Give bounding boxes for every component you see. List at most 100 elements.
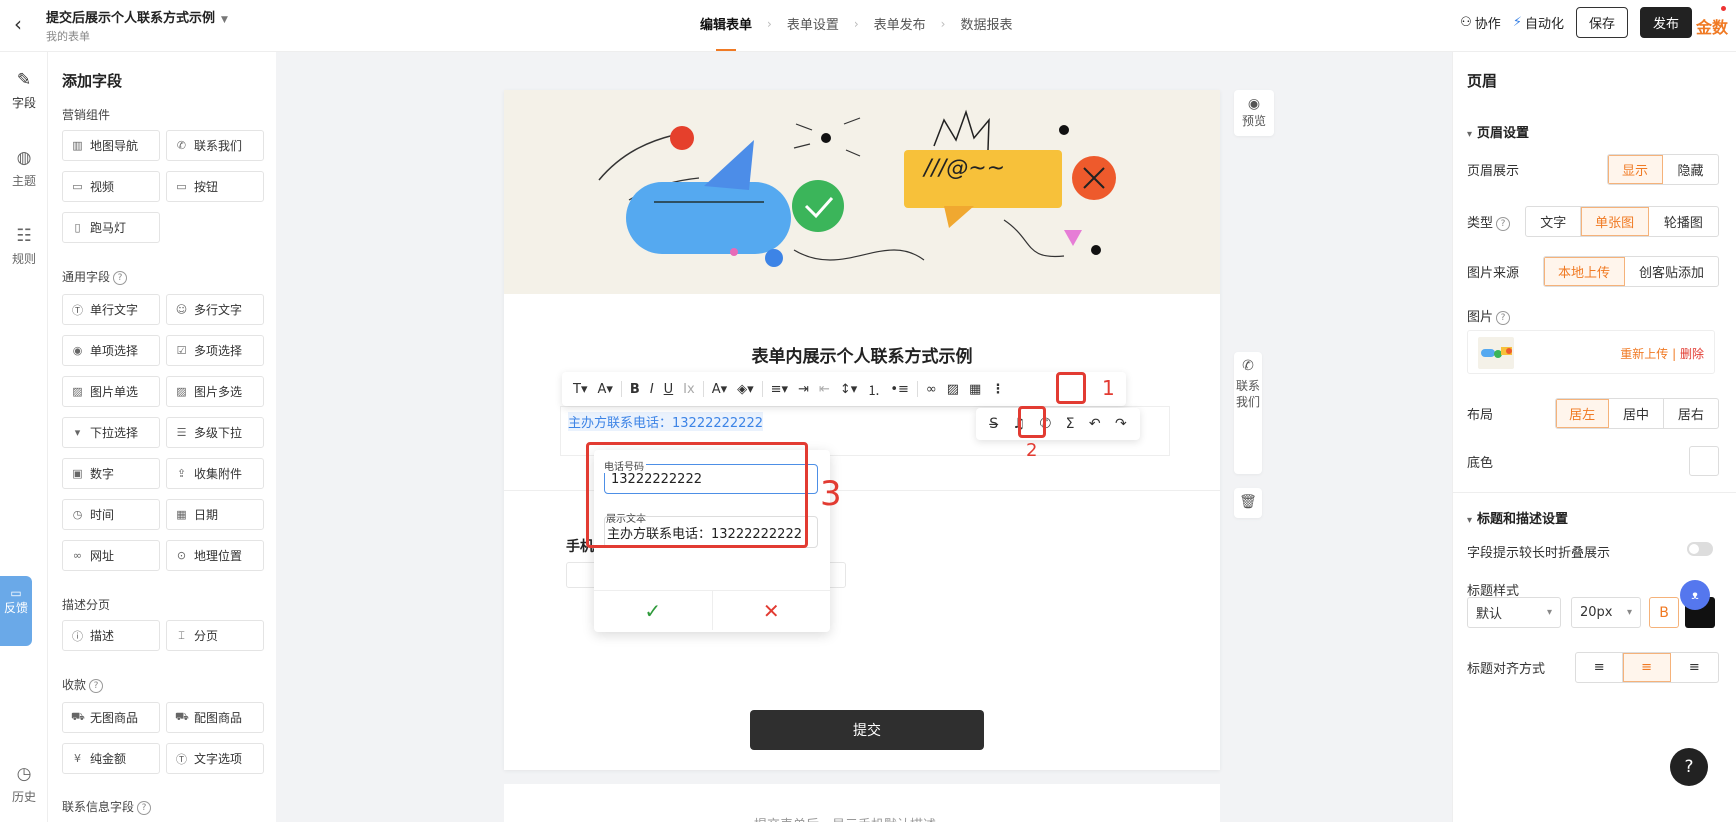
- trash-icon[interactable]: 🗑: [1234, 488, 1262, 518]
- field-product-image[interactable]: ⛟ 配图商品: [166, 702, 264, 733]
- option-text[interactable]: 文字: [1526, 207, 1582, 236]
- bgcolor-picker[interactable]: [1689, 446, 1719, 476]
- font-color-icon[interactable]: A▾: [707, 382, 732, 397]
- field-map-nav[interactable]: ▥ 地图导航: [62, 130, 160, 161]
- field-button[interactable]: ▭ 按钮: [166, 171, 264, 202]
- align-right-icon[interactable]: ≡: [1671, 653, 1718, 682]
- ordered-list-icon[interactable]: ⒈: [862, 380, 885, 399]
- field-number[interactable]: ▣ 数字: [62, 458, 160, 489]
- indent-icon[interactable]: ⇥: [793, 382, 814, 397]
- line-height-icon[interactable]: ↕▾: [835, 382, 862, 397]
- reupload-link[interactable]: 重新上传: [1620, 347, 1668, 361]
- help-button[interactable]: ?: [1670, 748, 1708, 786]
- help-circle-icon[interactable]: ?: [137, 801, 152, 815]
- field-marquee[interactable]: ▯ 跑马灯: [62, 212, 160, 243]
- cancel-x-icon[interactable]: ✕: [713, 591, 831, 630]
- collapse-toggle[interactable]: [1687, 542, 1713, 556]
- nav-history[interactable]: ◷ 历史: [0, 764, 48, 805]
- help-circle-icon[interactable]: ?: [89, 679, 104, 693]
- fill-color-icon[interactable]: ◈▾: [732, 382, 759, 397]
- field-date[interactable]: ▦ 日期: [166, 499, 264, 530]
- field-amount[interactable]: ¥ 纯金额: [62, 743, 160, 774]
- help-circle-icon[interactable]: ?: [113, 271, 128, 285]
- font-size-icon[interactable]: A▾: [592, 382, 617, 397]
- back-arrow-icon[interactable]: ‹: [14, 12, 22, 36]
- step-edit-form[interactable]: 编辑表单: [700, 14, 752, 51]
- field-multi-dropdown[interactable]: ☰ 多级下拉: [166, 417, 264, 448]
- form-title-dropdown[interactable]: 提交后展示个人联系方式示例 ▼: [46, 7, 228, 26]
- field-product-noimage[interactable]: ⛟ 无图商品: [62, 702, 160, 733]
- title-style-select[interactable]: 默认 ▾: [1467, 597, 1561, 628]
- option-align-left[interactable]: 居左: [1556, 399, 1610, 428]
- field-single-text[interactable]: Ⓣ 单行文字: [62, 294, 160, 325]
- field-dropdown[interactable]: ▾ 下拉选择: [62, 417, 160, 448]
- nav-rules[interactable]: ☷ 规则: [0, 226, 48, 267]
- step-form-publish[interactable]: 表单发布: [874, 14, 926, 33]
- field-image-single[interactable]: ▨ 图片单选: [62, 376, 160, 407]
- automation-button[interactable]: ⚡ 自动化: [1513, 13, 1564, 32]
- field-text-option[interactable]: Ⓣ 文字选项: [166, 743, 264, 774]
- link-icon[interactable]: ∞: [921, 382, 942, 397]
- option-chuangkit[interactable]: 创客贴添加: [1625, 257, 1718, 286]
- assistant-avatar[interactable]: ᴥ: [1680, 580, 1710, 610]
- underline-icon[interactable]: U: [659, 382, 679, 397]
- nav-theme[interactable]: ◍ 主题: [0, 148, 48, 189]
- option-hide[interactable]: 隐藏: [1663, 155, 1718, 184]
- video-icon[interactable]: ▦: [964, 382, 986, 397]
- bullet-list-icon[interactable]: •≡: [885, 382, 914, 397]
- field-contact-us[interactable]: ✆ 联系我们: [166, 130, 264, 161]
- help-circle-icon[interactable]: ?: [1496, 311, 1511, 325]
- collab-button[interactable]: ⚇ 协作: [1460, 13, 1501, 32]
- brand-logo[interactable]: 金数: [1696, 14, 1736, 38]
- field-location[interactable]: ⊙ 地理位置: [166, 540, 264, 571]
- title-size-select[interactable]: 20px ▾: [1571, 597, 1641, 628]
- option-show[interactable]: 显示: [1608, 155, 1664, 184]
- option-align-right[interactable]: 居右: [1664, 399, 1718, 428]
- option-single-image[interactable]: 单张图: [1581, 207, 1649, 236]
- form-title[interactable]: 表单内展示个人联系方式示例: [504, 342, 1220, 367]
- option-local-upload[interactable]: 本地上传: [1544, 257, 1626, 286]
- field-single-choice[interactable]: ◉ 单项选择: [62, 335, 160, 366]
- field-image-multi[interactable]: ▨ 图片多选: [166, 376, 264, 407]
- field-video[interactable]: ▭ 视频: [62, 171, 160, 202]
- undo-icon[interactable]: ↶: [1089, 416, 1101, 432]
- publish-button[interactable]: 发布: [1639, 7, 1692, 38]
- nav-fields[interactable]: ✎ 字段: [0, 70, 48, 111]
- field-attachment[interactable]: ⇪ 收集附件: [166, 458, 264, 489]
- submit-button[interactable]: 提交: [750, 710, 984, 750]
- redo-icon[interactable]: ↷: [1115, 416, 1127, 432]
- field-pagebreak[interactable]: ⌶ 分页: [166, 620, 264, 651]
- image-icon[interactable]: ▨: [942, 382, 964, 397]
- text-style-icon[interactable]: T▾: [568, 382, 592, 397]
- field-url[interactable]: ∞ 网址: [62, 540, 160, 571]
- step-form-settings[interactable]: 表单设置: [787, 14, 839, 33]
- option-align-center[interactable]: 居中: [1609, 399, 1664, 428]
- strikethrough-icon[interactable]: S̶: [989, 416, 998, 432]
- formula-icon[interactable]: Σ: [1066, 416, 1075, 432]
- outdent-icon[interactable]: ⇤: [814, 382, 835, 397]
- step-data-report[interactable]: 数据报表: [960, 14, 1012, 33]
- header-banner-image[interactable]: ///@~~: [504, 90, 1220, 294]
- delete-link[interactable]: 删除: [1680, 347, 1704, 361]
- field-description[interactable]: ⓘ 描述: [62, 620, 160, 651]
- option-carousel[interactable]: 轮播图: [1649, 207, 1718, 236]
- bold-icon[interactable]: B: [625, 382, 645, 397]
- feedback-tab[interactable]: ▭ 反馈: [0, 576, 32, 646]
- field-multi-text[interactable]: ☺ 多行文字: [166, 294, 264, 325]
- italic-icon[interactable]: I: [645, 382, 659, 397]
- breadcrumb-my-forms[interactable]: 我的表单: [46, 28, 90, 44]
- field-time[interactable]: ◷ 时间: [62, 499, 160, 530]
- align-left-icon[interactable]: ≡: [1576, 653, 1624, 682]
- clear-format-icon[interactable]: Ix: [678, 382, 700, 397]
- more-options-icon[interactable]: ⋮: [986, 382, 1009, 397]
- contact-us-side-button[interactable]: ✆ 联系我们: [1234, 352, 1262, 474]
- field-multi-choice[interactable]: ☑ 多项选择: [166, 335, 264, 366]
- save-button[interactable]: 保存: [1575, 7, 1628, 38]
- phone-link-text[interactable]: 主办方联系电话：13222222222: [568, 412, 763, 431]
- preview-button[interactable]: ◉ 预览: [1234, 90, 1274, 136]
- help-circle-icon[interactable]: ?: [1496, 217, 1511, 231]
- section-header-settings[interactable]: 页眉设置: [1467, 122, 1529, 141]
- section-header-title-desc[interactable]: 标题和描述设置: [1467, 508, 1568, 527]
- align-icon[interactable]: ≡▾: [766, 382, 793, 397]
- confirm-check-icon[interactable]: ✓: [594, 591, 713, 630]
